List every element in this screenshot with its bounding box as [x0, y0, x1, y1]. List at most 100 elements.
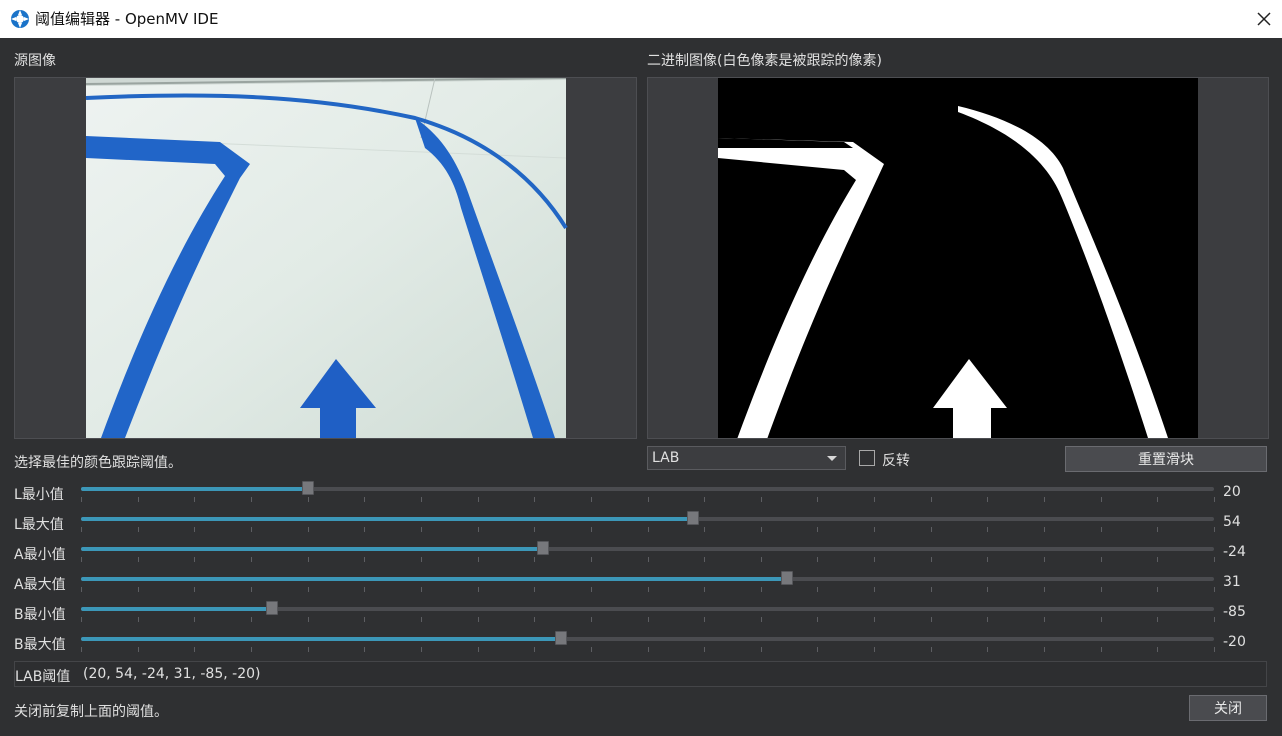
slider-handle[interactable]: [266, 601, 279, 615]
slider-handle[interactable]: [781, 571, 794, 585]
slider-tick: [308, 617, 309, 622]
slider-tick: [251, 647, 252, 652]
slider-tick: [1214, 647, 1215, 652]
slider-tick: [1214, 497, 1215, 502]
slider-tick: [987, 587, 988, 592]
slider-tick: [194, 557, 195, 562]
slider-handle[interactable]: [554, 631, 567, 645]
slider-track[interactable]: [81, 541, 1214, 555]
slider-tick: [421, 587, 422, 592]
slider-tick: [251, 527, 252, 532]
window-title: 阈值编辑器 - OpenMV IDE: [35, 10, 219, 28]
slider-tick: [364, 587, 365, 592]
slider-tick: [1157, 617, 1158, 622]
threshold-value[interactable]: (20, 54, -24, 31, -85, -20): [83, 666, 260, 682]
slider-tick: [1101, 557, 1102, 562]
slider-fill: [81, 547, 544, 551]
slider-tick: [81, 617, 82, 622]
slider-tick: [874, 617, 875, 622]
slider-handle[interactable]: [301, 481, 314, 495]
slider-track[interactable]: [81, 601, 1214, 615]
binary-image-label: 二进制图像(白色像素是被跟踪的像素): [647, 53, 882, 69]
slider-tick: [194, 617, 195, 622]
footer-hint: 关闭前复制上面的阈值。: [14, 704, 168, 720]
slider-track[interactable]: [81, 511, 1214, 525]
slider-tick: [534, 647, 535, 652]
slider-tick: [308, 497, 309, 502]
close-window-button[interactable]: [1246, 0, 1282, 38]
reset-sliders-button[interactable]: 重置滑块: [1065, 446, 1267, 472]
slider-tick: [251, 497, 252, 502]
slider-tick: [761, 527, 762, 532]
slider-tick: [874, 497, 875, 502]
slider-tick: [251, 557, 252, 562]
slider-tick: [817, 617, 818, 622]
slider-tick: [704, 497, 705, 502]
slider-tick: [648, 647, 649, 652]
binary-image-panel: [647, 77, 1269, 439]
slider-tick: [931, 587, 932, 592]
slider-tick: [987, 617, 988, 622]
close-button[interactable]: 关闭: [1189, 695, 1267, 721]
slider-tick: [1101, 647, 1102, 652]
source-image-panel: [14, 77, 637, 439]
slider-tick: [987, 497, 988, 502]
slider-tick: [874, 647, 875, 652]
slider-tick: [81, 557, 82, 562]
slider-tick: [931, 617, 932, 622]
slider-tick: [761, 497, 762, 502]
title-bar: 阈值编辑器 - OpenMV IDE: [0, 0, 1282, 38]
slider-tick: [1101, 527, 1102, 532]
slider-tick: [478, 497, 479, 502]
slider-ticks: [81, 557, 1215, 562]
slider-tick: [704, 617, 705, 622]
slider-value: -20: [1223, 634, 1246, 650]
slider-tick: [817, 587, 818, 592]
slider-tick: [1101, 587, 1102, 592]
slider-fill: [81, 517, 693, 521]
slider-tick: [648, 497, 649, 502]
slider-tick: [1214, 617, 1215, 622]
slider-tick: [704, 527, 705, 532]
slider-tick: [648, 617, 649, 622]
slider-tick: [817, 527, 818, 532]
slider-tick: [931, 647, 932, 652]
slider-handle[interactable]: [686, 511, 699, 525]
slider-tick: [1044, 647, 1045, 652]
colorspace-select[interactable]: LAB: [647, 446, 846, 470]
slider-track[interactable]: [81, 481, 1214, 495]
slider-tick: [1044, 497, 1045, 502]
slider-tick: [138, 527, 139, 532]
slider-tick: [1044, 557, 1045, 562]
slider-label: B最大值: [14, 637, 66, 653]
slider-ticks: [81, 617, 1215, 622]
slider-tick: [421, 557, 422, 562]
slider-handle[interactable]: [537, 541, 550, 555]
slider-tick: [1044, 587, 1045, 592]
slider-tick: [364, 497, 365, 502]
slider-tick: [138, 587, 139, 592]
slider-tick: [591, 527, 592, 532]
slider-tick: [421, 647, 422, 652]
slider-value: 54: [1223, 514, 1241, 530]
invert-checkbox[interactable]: [859, 450, 875, 466]
slider-label: L最大值: [14, 517, 64, 533]
slider-track[interactable]: [81, 571, 1214, 585]
slider-tick: [81, 587, 82, 592]
slider-fill: [81, 487, 308, 491]
slider-tick: [931, 557, 932, 562]
slider-fill: [81, 637, 561, 641]
slider-tick: [591, 497, 592, 502]
slider-track[interactable]: [81, 631, 1214, 645]
slider-tick: [761, 587, 762, 592]
slider-tick: [364, 617, 365, 622]
slider-tick: [987, 647, 988, 652]
slider-value: -85: [1223, 604, 1246, 620]
slider-tick: [81, 497, 82, 502]
threshold-result: LAB阈值 (20, 54, -24, 31, -85, -20): [14, 661, 1267, 687]
slider-fill: [81, 577, 788, 581]
slider-ticks: [81, 647, 1215, 652]
slider-value: 20: [1223, 484, 1241, 500]
slider-tick: [761, 557, 762, 562]
slider-tick: [478, 587, 479, 592]
